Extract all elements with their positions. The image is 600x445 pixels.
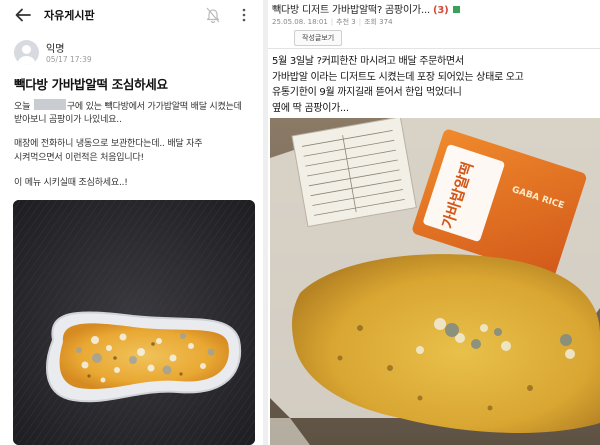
body-text-segment: 구에 있는 빽다방에서 가가밥알떡 배달 시켰는데 <box>66 102 242 112</box>
back-arrow-icon[interactable] <box>14 6 32 24</box>
body-line: 시켜먹으면서 이런적은 처음입니다! <box>14 153 144 163</box>
redacted-block <box>33 99 66 110</box>
post-title: 빽다방 가바밥알떡 조심하세요 <box>14 77 168 92</box>
post-date: 05/17 17:39 <box>46 55 92 64</box>
body-line: 5월 3일날 ?커피한잔 마시려고 배달 주문하면서 <box>272 56 464 67</box>
avatar <box>14 40 39 65</box>
more-vertical-icon[interactable] <box>240 6 248 24</box>
post-title-text: 빽다방 디저트 가바밥알떡? 곰팡이가... <box>272 5 430 16</box>
image-badge-icon <box>453 6 461 13</box>
moldy-dessert-photo <box>13 200 255 445</box>
post-meta: 25.05.08. 18:01 | 추천 3 | 조회 374 <box>272 18 393 26</box>
body-line: 가바밥알 이라는 디저트도 시켰는데 포장 되어있는 상태로 오고 <box>272 71 524 83</box>
divider <box>268 48 600 49</box>
body-line: 옆에 딱 곰팡이가... <box>272 102 349 114</box>
author-posts-button[interactable]: 작성글보기 <box>294 30 343 46</box>
body-line: 유통기한이 9월 까지길래 뜯어서 한입 먹었더니 <box>272 87 462 98</box>
bell-off-icon[interactable] <box>205 6 221 24</box>
body-text-segment: 오늘 <box>14 102 31 112</box>
author-name: 익명 <box>46 44 65 55</box>
view-count: 조회 374 <box>364 18 393 26</box>
author-row: 익명 05/17 17:39 <box>14 40 254 70</box>
recommend-count: 추천 3 <box>336 18 356 26</box>
body-line: 이 메뉴 시키실때 조심하세요..! <box>14 178 128 188</box>
body-line: 받아보니 곰팡이가 나있네요.. <box>14 115 122 125</box>
moldy-package-photo: 가바밥알떡 GABA RICE <box>270 118 600 445</box>
post-datetime: 25.05.08. 18:01 <box>272 18 328 26</box>
top-bar: 자유게시판 <box>0 0 263 30</box>
post-body: 5월 3일날 ?커피한잔 마시려고 배달 주문하면서 가바밥알 이라는 디저트도… <box>272 54 598 116</box>
body-line: 오늘 구에 있는 빽다방에서 가가밥알떡 배달 시켰는데 <box>14 99 242 114</box>
board-title: 자유게시판 <box>44 9 95 22</box>
right-post-panel: 빽다방 디저트 가바밥알떡? 곰팡이가... (3) 25.05.08. 18:… <box>268 0 600 445</box>
post-title[interactable]: 빽다방 디저트 가바밥알떡? 곰팡이가... (3) <box>272 1 461 16</box>
comment-count: (3) <box>432 5 449 16</box>
left-post-panel: 자유게시판 익명 05/17 17:39 빽다방 가바밥알떡 조심하세요 오늘 … <box>0 0 263 445</box>
body-line: 매장에 전화하니 냉동으로 보관한다는데.. 배달 자주 <box>14 139 203 149</box>
